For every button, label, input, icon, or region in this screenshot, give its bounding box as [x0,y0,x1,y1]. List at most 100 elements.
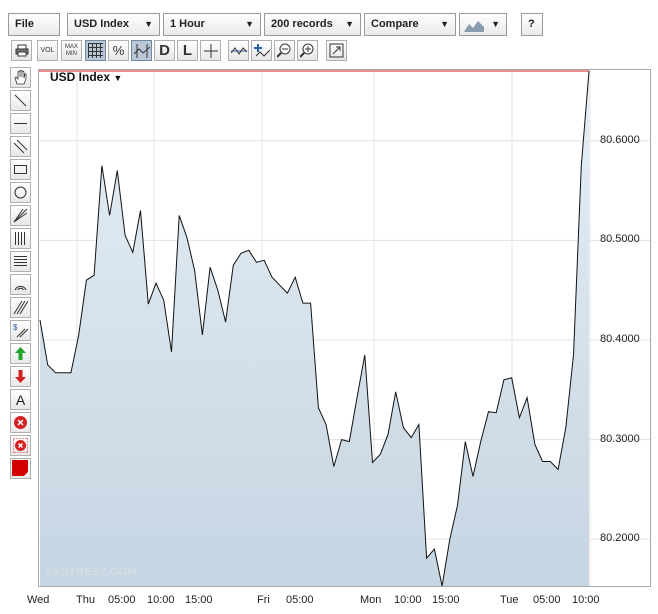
volume-button[interactable]: VOL [37,40,58,61]
fan-lines-icon [13,208,28,223]
crosshair-plus-button[interactable] [200,40,221,61]
delete-tool[interactable] [10,412,31,433]
d-button[interactable]: D [154,40,175,61]
file-menu-label: File [15,18,34,30]
sell-arrow-tool[interactable] [10,366,31,387]
x-tick-label: 15:00 [185,594,213,606]
diagonal-line-icon [14,94,27,107]
symbol-select[interactable]: USD Index ▼ [67,13,160,36]
d-button-label: D [159,42,170,59]
pan-tool[interactable] [10,67,31,88]
chevron-down-icon: ▼ [440,19,449,29]
l-button[interactable]: L [177,40,198,61]
zoom-out-button[interactable] [274,40,295,61]
ellipse-tool[interactable] [10,182,31,203]
green-up-arrow-icon [15,347,26,360]
arc-tool[interactable] [10,274,31,295]
diagonal-lines-icon [13,300,28,315]
vertical-lines-icon [15,232,25,245]
symbol-select-label: USD Index [74,18,130,30]
x-tick-label: Mon [360,594,382,606]
grid-icon [88,43,103,58]
chevron-down-icon: ▼ [345,19,354,29]
price-area [40,71,589,586]
dollar-channel-tool[interactable]: $ [10,320,31,341]
chevron-down-icon: ▼ [144,19,153,29]
chevron-down-icon: ▼ [113,73,123,83]
x-tick-label: 10:00 [572,594,600,606]
y-tick-label: 80.4000 [600,332,640,345]
crosshair-chart-icon [133,43,150,58]
x-tick-label: 05:00 [533,594,561,606]
fullscreen-button[interactable] [326,40,347,61]
compare-select[interactable]: Compare ▼ [364,13,456,36]
circle-icon [14,186,27,199]
chart-symbol-title[interactable]: USD Index ▼ [50,70,122,84]
trendline-tool[interactable] [10,90,31,111]
text-a-icon: A [15,391,26,408]
x-tick-label: 05:00 [286,594,314,606]
text-tool[interactable]: A [10,389,31,410]
x-tick-label: 10:00 [394,594,422,606]
color-swatch-icon [12,460,28,476]
wave-indicator-icon [230,46,247,55]
y-tick-label: 80.6000 [600,133,640,146]
zoom-in-icon [300,43,314,58]
add-indicator-button[interactable] [251,40,272,61]
print-button[interactable] [11,40,32,61]
indicator-button[interactable] [228,40,249,61]
rectangle-icon [14,165,27,174]
delete-all-icon [13,438,28,453]
channel-tool[interactable] [10,136,31,157]
volume-button-label: VOL [40,47,55,54]
svg-text:$: $ [13,323,18,332]
red-down-arrow-icon [15,370,26,383]
add-indicator-icon [253,43,270,57]
parallel-lines-icon [13,139,28,154]
horizontal-line-icon [14,123,27,124]
percent-button[interactable]: % [108,40,129,61]
interval-select-label: 1 Hour [170,18,205,30]
color-picker-tool[interactable] [10,458,31,479]
chart-area[interactable] [38,69,651,587]
horizontal-line-tool[interactable] [10,113,31,134]
y-tick-label: 80.5000 [600,233,640,246]
arc-icon [14,285,27,291]
file-menu[interactable]: File [8,13,60,36]
x-tick-label: Thu [76,594,95,606]
crosshair-button[interactable] [131,40,152,61]
x-tick-label: Wed [27,594,50,606]
vertical-grid-tool[interactable] [10,228,31,249]
grid-button[interactable] [85,40,106,61]
delete-circle-icon [14,416,27,429]
x-tick-label: Fri [257,594,270,606]
zoom-out-icon [277,43,291,58]
plus-cross-icon [203,43,218,58]
l-button-label: L [182,42,193,59]
y-tick-label: 80.3000 [600,432,640,445]
printer-icon [15,44,28,57]
fullscreen-icon [329,43,344,58]
help-button[interactable]: ? [521,13,543,36]
diagonal-channel-tool[interactable] [10,297,31,318]
chart-type-select[interactable]: ▼ [459,13,507,36]
zoom-in-button[interactable] [297,40,318,61]
maxmin-button-label: MAX MIN [64,43,78,57]
delete-all-tool[interactable] [10,435,31,456]
maxmin-button[interactable]: MAX MIN [61,40,82,61]
rectangle-tool[interactable] [10,159,31,180]
x-tick-label: 15:00 [432,594,460,606]
percent-button-label: % [112,43,125,58]
x-tick-label: 05:00 [108,594,136,606]
watermark: FXSTREET.COM [46,566,137,578]
price-chart[interactable] [39,70,650,587]
horizontal-grid-tool[interactable] [10,251,31,272]
help-button-label: ? [528,18,535,30]
records-select[interactable]: 200 records ▼ [264,13,361,36]
fan-tool[interactable] [10,205,31,226]
records-select-label: 200 records [271,18,333,30]
compare-select-label: Compare [371,18,419,30]
interval-select[interactable]: 1 Hour ▼ [163,13,261,36]
buy-arrow-tool[interactable] [10,343,31,364]
chevron-down-icon: ▼ [245,19,254,29]
